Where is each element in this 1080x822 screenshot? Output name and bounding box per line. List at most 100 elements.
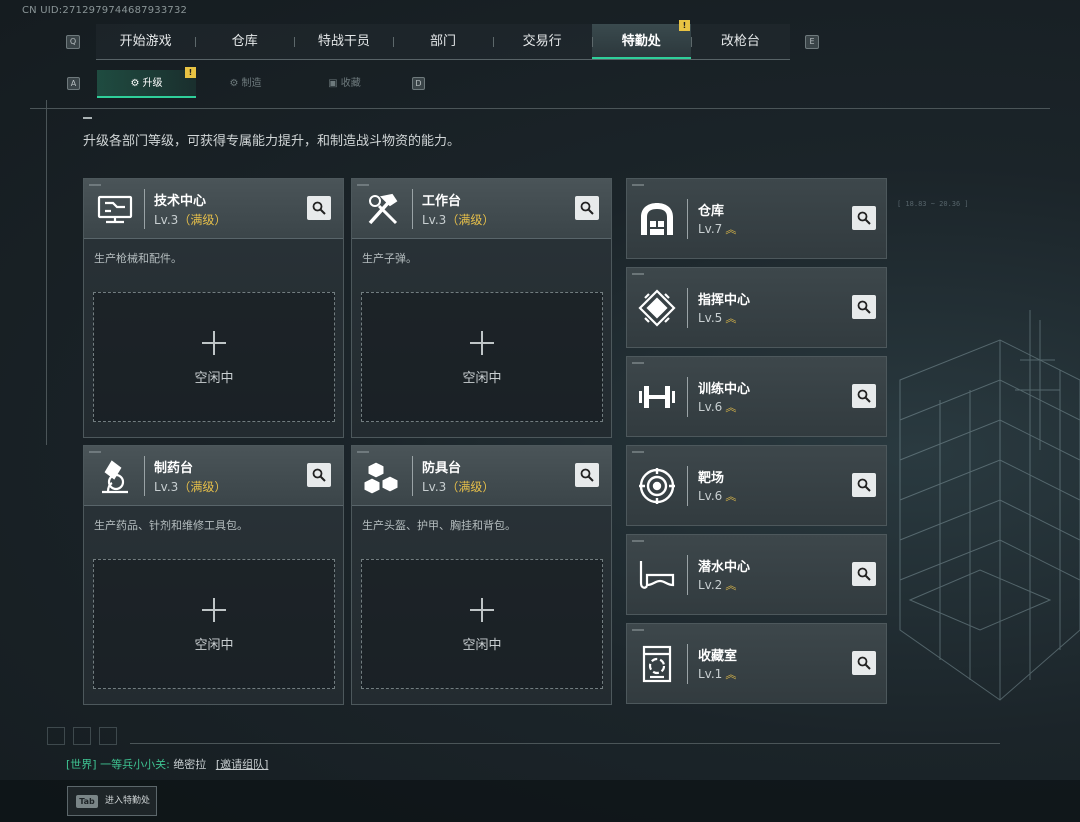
facility-name: 技术中心 [154,194,207,209]
subtab-craft[interactable]: ⚙ 制造 [196,70,295,98]
inspect-button[interactable] [575,463,599,487]
hud-coordinates: [ 18.83 ~ 20.36 ] [897,200,969,208]
special-ops-alert-badge: ! [679,20,690,31]
tab-warehouse[interactable]: 仓库 [195,24,294,59]
tab-operators[interactable]: 特战干员 [294,24,393,59]
search-icon [312,201,326,215]
subtab-collection[interactable]: ▣ 收藏 [295,70,394,98]
tab-special-ops[interactable]: 特勤处 [591,24,691,59]
facility-card-workbench[interactable]: 工作台 Lv.3（满级） 生产子弹。 空闲中 [351,178,612,438]
facility-name: 收藏室 [698,649,738,664]
max-level-tag: （满级） [178,213,227,227]
upgrade-available-icon: ︽ [725,312,736,325]
facility-card-diving-center[interactable]: 潜水中心 Lv.2 ︽ [626,534,887,615]
production-slot[interactable]: 空闲中 [93,292,335,422]
search-icon [857,211,871,225]
enter-special-ops-button[interactable]: Tab 进入特勤处 [67,786,157,816]
search-icon [580,201,594,215]
facility-description: 生产药品、针剂和维修工具包。 [94,519,248,532]
facility-level: Lv.3（满级） [422,480,495,494]
facility-card-command-center[interactable]: 指挥中心 Lv.5 ︽ [626,267,887,348]
facility-card-shooting-range[interactable]: 靶场 Lv.6 ︽ [626,445,887,526]
invite-team-link[interactable]: [邀请组队] [216,758,269,771]
facility-name: 训练中心 [698,382,751,397]
tab-start-game[interactable]: 开始游戏 [96,24,195,59]
facility-level: Lv.3（满级） [154,213,227,227]
tab-gunsmith[interactable]: 改枪台 [690,24,790,59]
inspect-button[interactable] [307,196,331,220]
inspect-button[interactable] [852,295,876,319]
search-icon [857,300,871,314]
chat-speaker: 一等兵小小关: [100,758,170,771]
search-icon [857,567,871,581]
chat-channel: [世界] [66,758,97,771]
slot-status: 空闲中 [462,638,502,653]
hud-square [73,727,91,745]
slot-status: 空闲中 [194,371,234,386]
subtab-craft-label: 制造 [241,78,262,89]
page-description: 升级各部门等级，可获得专属能力提升，和制造战斗物资的能力。 [83,134,461,149]
facility-description: 生产头盔、护甲、胸挂和背包。 [362,519,516,532]
facility-level: Lv.2 ︽ [698,578,736,592]
facility-card-training-center[interactable]: 训练中心 Lv.6 ︽ [626,356,887,437]
prev-subtab-key-a[interactable]: A [67,77,80,90]
facility-card-armor-bench[interactable]: 防具台 Lv.3（满级） 生产头盔、护甲、胸挂和背包。 空闲中 [351,445,612,705]
facility-card-pharmacy[interactable]: 制药台 Lv.3（满级） 生产药品、针剂和维修工具包。 空闲中 [83,445,344,705]
inspect-button[interactable] [575,196,599,220]
target-icon [639,468,675,504]
facility-card-tech-center[interactable]: 技术中心 Lv.3（满级） 生产枪械和配件。 空闲中 [83,178,344,438]
max-level-tag: （满级） [446,480,495,494]
max-level-tag: （满级） [178,480,227,494]
recycle-box-icon [642,645,672,683]
add-icon [202,331,226,355]
slot-status: 空闲中 [462,371,502,386]
prev-tab-key-q[interactable]: Q [66,35,80,49]
warehouse-icon [641,203,673,235]
production-slot[interactable]: 空闲中 [93,559,335,689]
next-tab-key-e[interactable]: E [805,35,819,49]
facility-card-warehouse[interactable]: 仓库 Lv.7 ︽ [626,178,887,259]
add-icon [470,598,494,622]
computer-icon [97,195,133,224]
diving-mask-icon [639,561,675,589]
desc-marker [83,117,92,119]
hud-square [47,727,65,745]
production-slot[interactable]: 空闲中 [361,292,603,422]
background-building-art [899,310,1080,701]
upgrade-available-icon: ︽ [725,668,736,681]
inspect-button[interactable] [852,651,876,675]
facility-name: 靶场 [698,471,725,486]
tab-departments[interactable]: 部门 [393,24,492,59]
max-level-tag: （满级） [446,213,495,227]
facility-level: Lv.5 ︽ [698,311,736,325]
production-slot[interactable]: 空闲中 [361,559,603,689]
inspect-button[interactable] [852,473,876,497]
upgrade-available-icon: ︽ [725,490,736,503]
dumbbell-icon [639,386,675,408]
upgrade-alert-badge: ! [185,67,196,78]
facility-level: Lv.7 ︽ [698,222,736,236]
tab-trade[interactable]: 交易行 [492,24,592,59]
next-subtab-key-d[interactable]: D [412,77,425,90]
divider-line [30,108,1050,109]
subtab-upgrade[interactable]: ⚙ 升级 [97,70,196,98]
add-icon [202,598,226,622]
facility-description: 生产枪械和配件。 [94,252,182,265]
subtab-collection-label: 收藏 [340,78,361,89]
inspect-button[interactable] [852,206,876,230]
inspect-button[interactable] [852,384,876,408]
hud-square [99,727,117,745]
add-icon [470,331,494,355]
facility-name: 指挥中心 [698,293,751,308]
inspect-button[interactable] [852,562,876,586]
upgrade-available-icon: ︽ [725,401,736,414]
inspect-button[interactable] [307,463,331,487]
facility-name: 制药台 [154,461,194,476]
search-icon [580,468,594,482]
facility-name: 仓库 [698,204,725,219]
chat-message: 绝密拉 [173,758,207,771]
facility-level: Lv.3（满级） [154,480,227,494]
tab-key: Tab [76,795,98,808]
upgrade-available-icon: ︽ [725,579,736,592]
facility-card-collection-room[interactable]: 收藏室 Lv.1 ︽ [626,623,887,704]
